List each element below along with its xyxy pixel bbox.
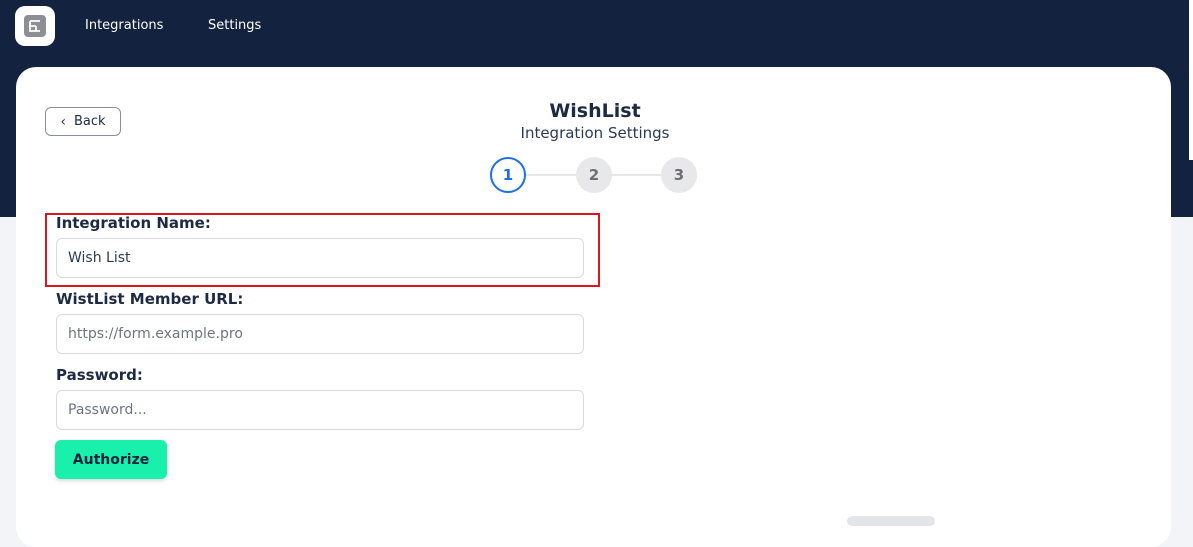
- step-1[interactable]: 1: [490, 157, 526, 193]
- scrollbar[interactable]: [1189, 0, 1193, 160]
- password-label: Password:: [56, 366, 143, 384]
- chevron-left-icon: ‹: [60, 113, 67, 130]
- page-subtitle: Integration Settings: [520, 124, 670, 142]
- nav-integrations[interactable]: Integrations: [85, 18, 163, 33]
- step-2[interactable]: 2: [576, 157, 612, 193]
- back-button-label: Back: [74, 114, 106, 129]
- nav-settings[interactable]: Settings: [208, 18, 261, 33]
- authorize-button[interactable]: Authorize: [55, 440, 167, 479]
- step-connector: [526, 174, 576, 176]
- member-url-label: WistList Member URL:: [56, 290, 244, 308]
- app-logo-icon: [24, 15, 46, 37]
- back-button[interactable]: ‹ Back: [45, 107, 121, 136]
- step-connector: [611, 174, 661, 176]
- page-title: WishList: [549, 100, 641, 122]
- password-input[interactable]: [56, 390, 584, 430]
- step-3[interactable]: 3: [661, 157, 697, 193]
- next-button-partial[interactable]: [847, 516, 935, 526]
- integration-name-input[interactable]: [56, 238, 584, 278]
- member-url-input[interactable]: [56, 314, 584, 354]
- integration-name-label: Integration Name:: [56, 214, 211, 232]
- step-indicator: 1 2 3: [490, 157, 700, 193]
- app-logo[interactable]: [15, 6, 55, 46]
- logo-glyph-icon: [29, 20, 40, 32]
